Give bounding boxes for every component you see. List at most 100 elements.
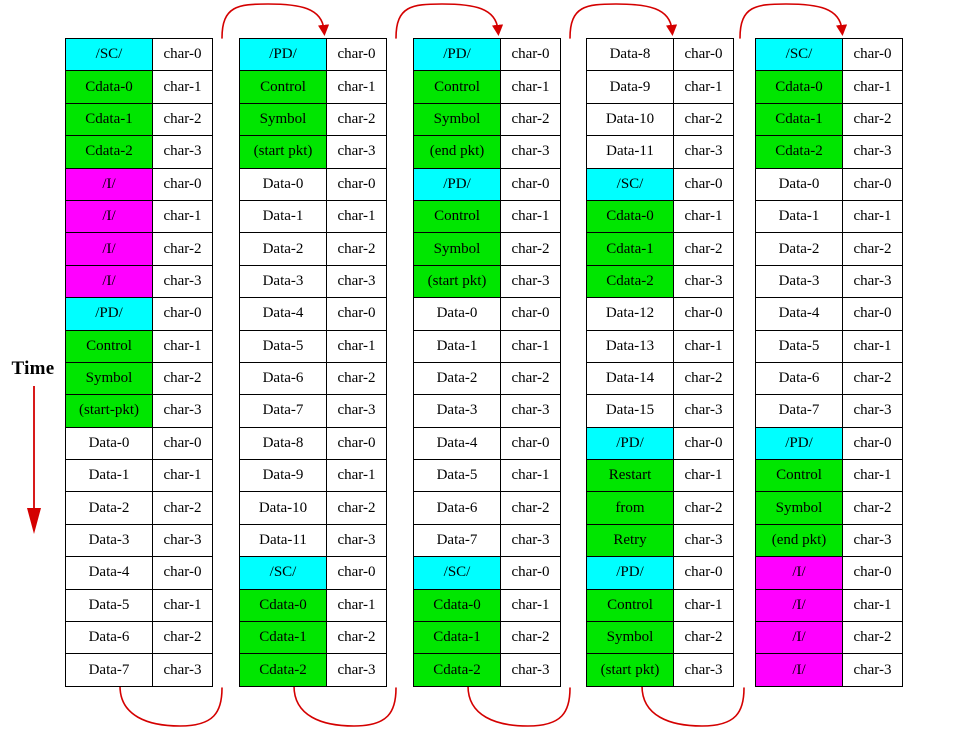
cell-symbol-value: Data-9 bbox=[240, 460, 327, 492]
table-row: /I/char-2 bbox=[66, 233, 212, 266]
cell-char-lane: char-1 bbox=[501, 460, 560, 492]
cell-char-lane: char-1 bbox=[843, 460, 902, 492]
cell-symbol-value: Data-7 bbox=[240, 395, 327, 427]
cell-symbol-value: Data-5 bbox=[414, 460, 501, 492]
cell-symbol-value: Data-2 bbox=[756, 233, 843, 265]
table-row: Cdata-2 char-3 bbox=[66, 136, 212, 169]
cell-char-lane: char-3 bbox=[153, 524, 212, 557]
cell-char-lane: char-3 bbox=[843, 524, 902, 557]
table-row: /I/char-1 bbox=[66, 200, 212, 234]
table-row: Data-9 char-1 bbox=[240, 460, 386, 493]
cell-char-lane: char-2 bbox=[153, 622, 212, 654]
cell-symbol-value: Control bbox=[756, 460, 843, 492]
table-row: Data-5 char-1 bbox=[756, 330, 902, 363]
cell-symbol-value: /PD/ bbox=[414, 39, 501, 71]
cell-char-lane: char-2 bbox=[843, 492, 902, 524]
cell-char-lane: char-0 bbox=[674, 168, 733, 200]
cell-symbol-value: /I/ bbox=[66, 168, 153, 200]
cell-symbol-value: /SC/ bbox=[414, 557, 501, 589]
cell-char-lane: char-0 bbox=[153, 427, 212, 460]
cell-symbol-value: Data-1 bbox=[414, 330, 501, 362]
cell-symbol-value: Data-12 bbox=[587, 298, 674, 330]
cell-symbol-value: Data-0 bbox=[756, 168, 843, 200]
table-row: /SC/char-0 bbox=[414, 557, 560, 590]
cell-symbol-value: Cdata-0 bbox=[66, 71, 153, 103]
cell-symbol-value: /SC/ bbox=[240, 557, 327, 589]
cell-symbol-value: Data-1 bbox=[240, 200, 327, 233]
cell-char-lane: char-0 bbox=[674, 557, 733, 589]
cell-char-lane: char-2 bbox=[327, 362, 386, 395]
cell-char-lane: char-3 bbox=[153, 654, 212, 686]
cell-symbol-value: Cdata-0 bbox=[414, 589, 501, 622]
table-row: Symbol char-2 bbox=[587, 622, 733, 655]
cell-char-lane: char-3 bbox=[327, 265, 386, 298]
lane-column-4: Data-8 char-0 Data-9 char-1 Data-10 char-2 Dat… bbox=[586, 38, 734, 687]
cell-char-lane: char-3 bbox=[327, 395, 386, 427]
table-row: Cdata-1 char-2 bbox=[756, 103, 902, 137]
cell-char-lane: char-3 bbox=[674, 654, 733, 686]
table-row: /PD/char-0 bbox=[756, 427, 902, 461]
cell-char-lane: char-2 bbox=[843, 233, 902, 265]
cell-char-lane: char-0 bbox=[501, 168, 560, 200]
cell-char-lane: char-1 bbox=[501, 330, 560, 362]
table-row: Symbol char-2 bbox=[414, 103, 560, 137]
cell-char-lane: char-3 bbox=[327, 136, 386, 168]
cell-char-lane: char-1 bbox=[501, 589, 560, 622]
cell-symbol-value: Symbol bbox=[414, 103, 501, 136]
table-row: Data-0 char-0 bbox=[66, 427, 212, 461]
wrap-arc-bottom-2 bbox=[293, 685, 397, 727]
cell-symbol-value: Data-5 bbox=[240, 330, 327, 362]
cell-symbol-value: Symbol bbox=[240, 103, 327, 136]
cell-char-lane: char-3 bbox=[843, 395, 902, 427]
table-row: Data-5 char-1 bbox=[414, 460, 560, 493]
time-axis: Time bbox=[0, 358, 66, 548]
cell-symbol-value: Cdata-2 bbox=[756, 136, 843, 168]
table-row: (start-pkt) char-3 bbox=[66, 395, 212, 428]
table-row: Data-4 char-0 bbox=[240, 298, 386, 331]
cell-char-lane: char-1 bbox=[674, 71, 733, 103]
table-row: Cdata-0 char-1 bbox=[756, 71, 902, 104]
cell-char-lane: char-1 bbox=[674, 460, 733, 492]
table-row: /SC/char-0 bbox=[756, 39, 902, 72]
table-row: Data-0 char-0 bbox=[240, 168, 386, 201]
cell-symbol-value: Symbol bbox=[414, 233, 501, 265]
table-row: /I/char-0 bbox=[756, 557, 902, 590]
cell-char-lane: char-2 bbox=[843, 622, 902, 654]
cell-char-lane: char-0 bbox=[327, 168, 386, 200]
cell-symbol-value: /SC/ bbox=[756, 39, 843, 71]
table-row: Data-12 char-0 bbox=[587, 298, 733, 331]
cell-char-lane: char-0 bbox=[153, 168, 212, 200]
cell-char-lane: char-3 bbox=[327, 524, 386, 557]
cell-char-lane: char-0 bbox=[327, 298, 386, 330]
table-row: /PD/char-0 bbox=[587, 427, 733, 461]
table-row: Data-7 char-3 bbox=[414, 524, 560, 558]
cell-char-lane: char-1 bbox=[843, 200, 902, 233]
cell-char-lane: char-1 bbox=[153, 330, 212, 362]
cell-char-lane: char-1 bbox=[153, 589, 212, 622]
cell-char-lane: char-2 bbox=[674, 622, 733, 654]
cell-symbol-value: Data-3 bbox=[66, 524, 153, 557]
cell-symbol-value: Cdata-2 bbox=[240, 654, 327, 686]
cell-symbol-value: Cdata-2 bbox=[414, 654, 501, 686]
cell-symbol-value: Data-11 bbox=[587, 136, 674, 168]
cell-symbol-value: Data-5 bbox=[66, 589, 153, 622]
table-row: (end pkt) char-3 bbox=[756, 524, 902, 558]
table-row: Data-7 char-3 bbox=[240, 395, 386, 428]
cell-symbol-value: Control bbox=[240, 71, 327, 103]
table-row: /SC/char-0 bbox=[240, 557, 386, 590]
cell-symbol-value: Data-0 bbox=[66, 427, 153, 460]
cell-char-lane: char-1 bbox=[843, 589, 902, 622]
cell-char-lane: char-1 bbox=[674, 200, 733, 233]
cell-symbol-value: /I/ bbox=[66, 265, 153, 298]
cell-symbol-value: Data-10 bbox=[240, 492, 327, 524]
cell-char-lane: char-0 bbox=[153, 298, 212, 330]
table-row: /I/char-1 bbox=[756, 589, 902, 623]
table-row: Data-8 char-0 bbox=[587, 39, 733, 72]
lane-column-3: /PD/char-0 Control char-1 Symbol char-2 (end … bbox=[413, 38, 561, 687]
table-row: Cdata-1 char-2 bbox=[66, 103, 212, 137]
lane-column-5: /SC/char-0 Cdata-0 char-1 Cdata-1 char-2 Cdat… bbox=[755, 38, 903, 687]
cell-char-lane: char-3 bbox=[501, 136, 560, 168]
cell-symbol-value: /PD/ bbox=[587, 427, 674, 460]
table-row: Control char-1 bbox=[414, 200, 560, 234]
wrap-arc-top-3 bbox=[569, 3, 678, 39]
